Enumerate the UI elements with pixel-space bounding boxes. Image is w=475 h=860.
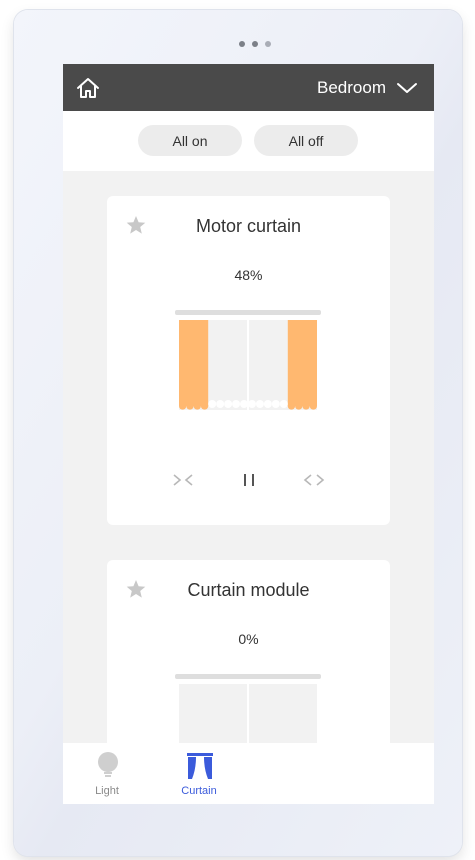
curtain-scallop (232, 400, 241, 408)
curtain-scallop (271, 400, 280, 408)
page-dot (265, 41, 271, 47)
tab-light[interactable]: Light (77, 749, 137, 803)
curtain-scallop (186, 402, 194, 410)
room-selector[interactable]: Bedroom (317, 64, 418, 111)
curtain-percentage: 0% (238, 631, 259, 647)
open-curtain-icon (303, 474, 325, 486)
bottom-tab-bar: Light Curtain (63, 743, 434, 804)
lightbulb-icon (98, 752, 118, 777)
open-curtain-button[interactable] (299, 468, 329, 492)
curtain-scallop (263, 400, 272, 408)
card-title: Curtain module (187, 580, 310, 600)
curtain-scallop (302, 402, 310, 410)
curtain-module-card: Curtain module 0% (107, 560, 390, 794)
tab-label: Light (95, 785, 119, 797)
all-on-button[interactable]: All on (138, 125, 242, 156)
curtain-scallop (248, 400, 256, 408)
curtain-scallop (309, 402, 317, 410)
curtain-scallop (224, 400, 233, 408)
curtain-scallop (193, 402, 201, 410)
curtain-visual (175, 310, 321, 410)
curtain-scallop (208, 400, 217, 408)
pause-icon (244, 474, 254, 486)
close-curtain-icon (173, 474, 193, 486)
curtain-graphic (179, 320, 317, 410)
all-off-button[interactable]: All off (254, 125, 358, 156)
pause-button[interactable] (234, 468, 264, 492)
filter-bar: All on All off (63, 111, 434, 171)
curtain-controls (107, 468, 390, 492)
page-indicator (239, 41, 271, 47)
curtain-percentage: 48% (234, 267, 263, 283)
home-button[interactable] (73, 73, 103, 103)
curtain-scallop (240, 400, 248, 408)
close-curtain-button[interactable] (168, 468, 198, 492)
card-title: Motor curtain (195, 216, 302, 236)
curtain-scallop (279, 400, 288, 408)
curtain-scallop (179, 402, 187, 410)
motor-curtain-card: Motor curtain 48% (107, 196, 390, 525)
curtain-scallop (200, 402, 209, 410)
curtain-fabric (179, 320, 209, 406)
chevron-down-icon (397, 82, 417, 93)
page-dot (239, 41, 245, 47)
tab-label: Curtain (181, 785, 217, 797)
screen: Bedroom All on All off Motor curtain 48% (63, 64, 434, 804)
page-dot (252, 41, 258, 47)
top-bar: Bedroom (63, 64, 434, 111)
curtain-scallop (295, 402, 303, 410)
device-list: Motor curtain 48% Curtain module 0% (63, 171, 434, 794)
curtain-scallop (255, 400, 264, 408)
curtain-scallop (216, 400, 225, 408)
room-label: Bedroom (317, 77, 386, 97)
tab-curtain[interactable]: Curtain (169, 749, 229, 803)
curtain-icon (187, 753, 213, 779)
curtain-fabric (287, 320, 317, 406)
curtain-divider (247, 320, 249, 410)
curtain-scallop (287, 402, 296, 410)
home-icon (77, 78, 99, 98)
